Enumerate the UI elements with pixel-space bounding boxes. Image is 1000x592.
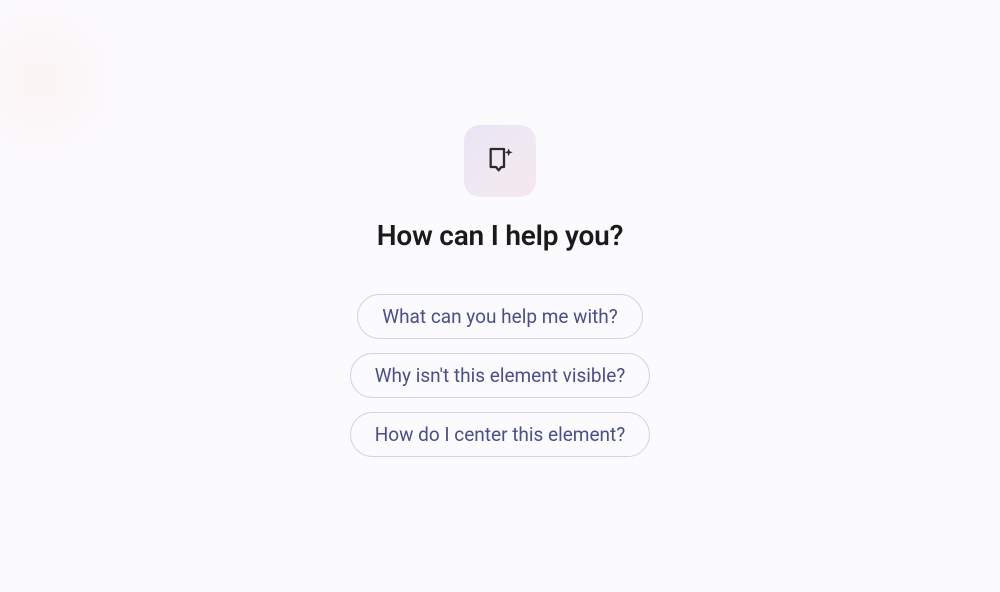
assistant-icon-badge: [464, 125, 536, 197]
suggestion-list: What can you help me with? Why isn't thi…: [350, 294, 651, 457]
suggestion-pill[interactable]: Why isn't this element visible?: [350, 353, 651, 398]
chat-sparkle-icon: [484, 143, 516, 179]
suggestion-pill[interactable]: How do I center this element?: [350, 412, 651, 457]
assistant-heading: How can I help you?: [377, 219, 623, 252]
suggestion-pill[interactable]: What can you help me with?: [357, 294, 643, 339]
assistant-welcome-panel: How can I help you? What can you help me…: [350, 125, 651, 457]
